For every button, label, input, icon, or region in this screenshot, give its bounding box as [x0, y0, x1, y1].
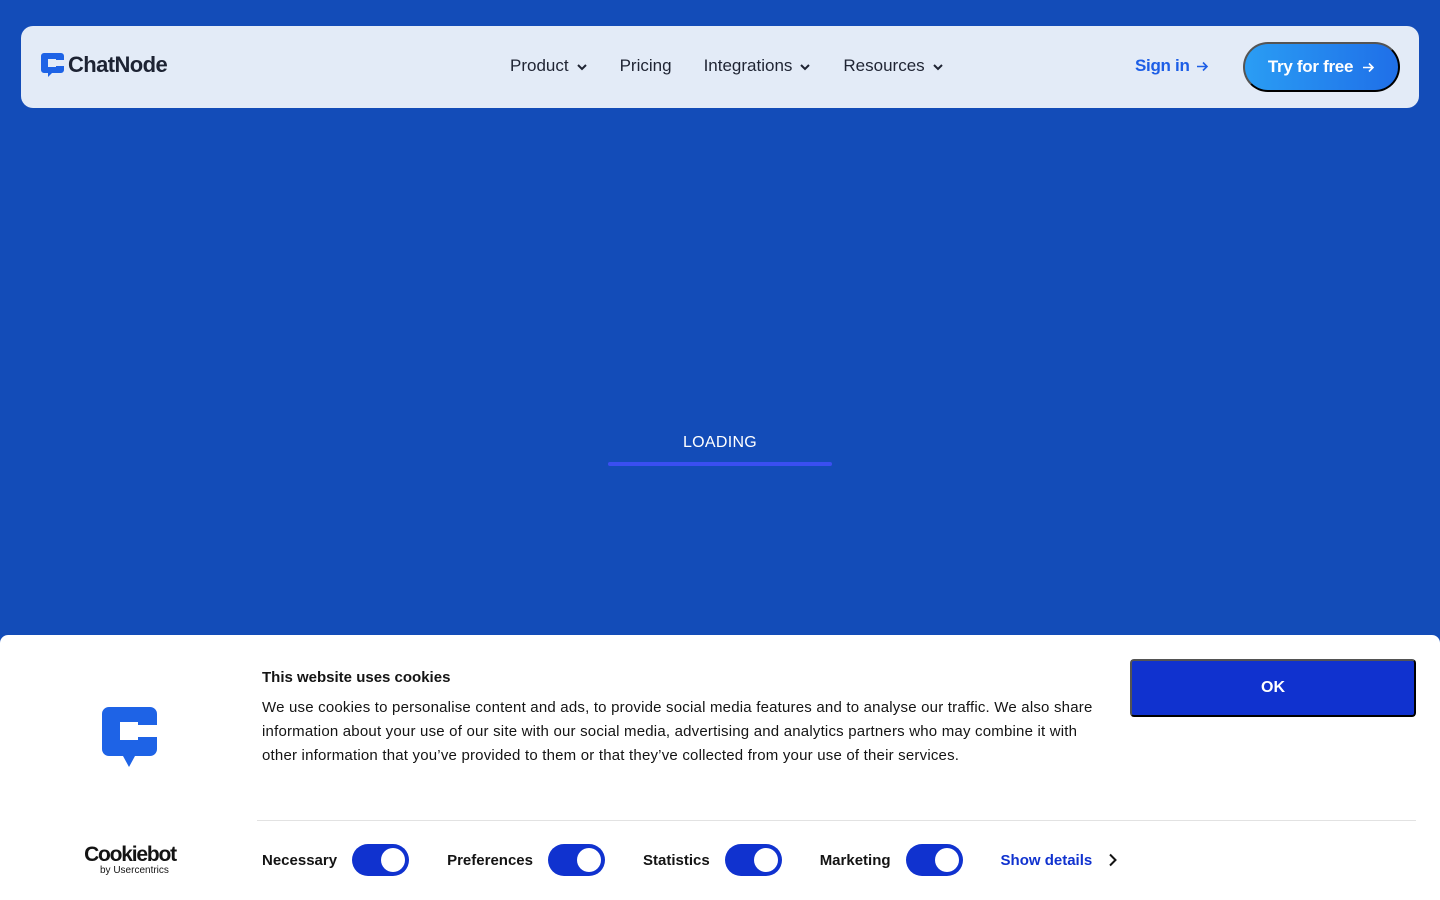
cookie-banner: Cookiebot by Usercentrics This website u… [0, 635, 1440, 900]
sign-in-label: Sign in [1135, 56, 1190, 75]
nav-item-integrations[interactable]: Integrations [704, 56, 812, 76]
nav-item-label: Pricing [619, 56, 672, 75]
logo-text: ChatNode [68, 52, 168, 77]
chevron-down-icon [932, 63, 943, 70]
cookie-consent-toggles: Necessary Preferences Statistics Marketi… [262, 844, 1118, 876]
switch-knob [753, 848, 778, 872]
loading-text: LOADING [682, 434, 758, 451]
chevron-down-icon [576, 63, 587, 70]
try-for-free-button[interactable]: Try for free [1243, 42, 1400, 92]
toggle-label: Preferences [447, 851, 533, 869]
chatnode-logo-icon [102, 707, 157, 767]
toggle-label: Marketing [819, 851, 891, 869]
nav-item-label: Resources [843, 56, 925, 75]
marketing-switch[interactable] [905, 844, 963, 876]
toggle-necessary: Necessary [262, 844, 410, 876]
try-for-free-label: Try for free [1267, 57, 1354, 76]
toggle-marketing: Marketing [820, 844, 963, 876]
nav-item-resources[interactable]: Resources [843, 56, 943, 76]
loading-bar-fill [608, 462, 832, 466]
nav-item-product[interactable]: Product [510, 56, 588, 76]
cookie-banner-title: This website uses cookies [262, 669, 451, 686]
statistics-switch[interactable] [724, 844, 782, 876]
chatnode-logo[interactable]: ChatNode [40, 52, 168, 78]
cookie-banner-body: We use cookies to personalise content an… [262, 699, 1093, 764]
ok-button[interactable]: OK [1130, 659, 1416, 717]
divider [257, 820, 1416, 821]
toggle-label: Statistics [642, 851, 710, 869]
arrow-right-icon [1363, 62, 1375, 72]
show-details-label: Show details [1000, 851, 1093, 869]
chatnode-logo-icon [41, 53, 64, 77]
switch-knob [934, 848, 959, 872]
site-header: ChatNode Product Pricing Integrations Re… [21, 26, 1419, 108]
toggle-preferences: Preferences [447, 844, 605, 876]
toggle-statistics: Statistics [643, 844, 782, 876]
chevron-down-icon [800, 63, 811, 70]
toggle-label: Necessary [262, 851, 338, 869]
nav-item-label: Product [510, 56, 569, 75]
loading-bar [608, 462, 832, 466]
cookiebot-logo-text: Cookiebot [84, 843, 177, 866]
switch-knob [381, 848, 406, 872]
switch-knob [576, 848, 601, 872]
sign-in-link[interactable]: Sign in [1135, 56, 1209, 76]
nav-item-pricing[interactable]: Pricing [620, 56, 672, 76]
arrow-right-icon [1196, 61, 1208, 71]
cookiebot-logo[interactable]: Cookiebot by Usercentrics [78, 843, 182, 876]
preferences-switch[interactable] [547, 844, 605, 876]
chevron-right-icon [1109, 853, 1118, 867]
main-nav: Product Pricing Integrations Resources [510, 56, 976, 76]
cookiebot-logo-subtext: by Usercentrics [100, 865, 169, 876]
show-details-link[interactable]: Show details [1001, 852, 1119, 869]
loading-indicator: LOADING [608, 434, 832, 466]
nav-item-label: Integrations [703, 56, 793, 75]
necessary-switch[interactable] [352, 844, 410, 876]
